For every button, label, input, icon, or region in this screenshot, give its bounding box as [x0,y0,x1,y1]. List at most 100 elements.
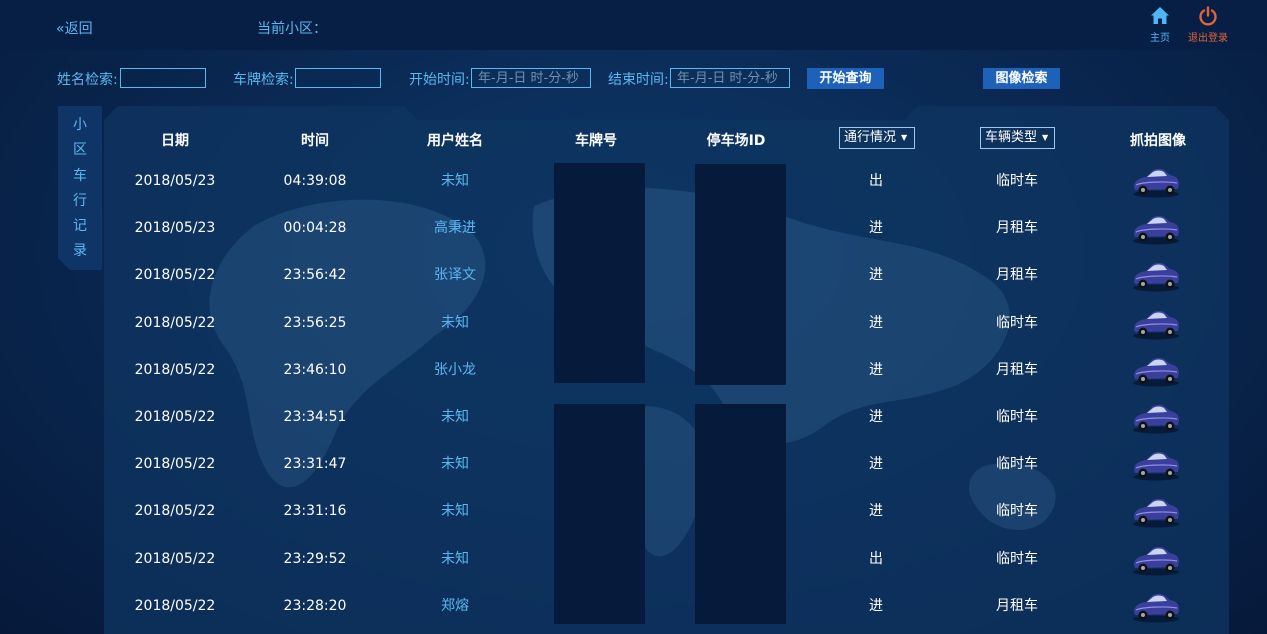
date-cell: 2018/05/22 [134,503,216,520]
car-thumbnail-icon [1133,593,1179,623]
parking-id-redaction-block [695,164,786,385]
chevron-down-icon: ▼ [901,133,908,142]
plate-search-label: 车牌检索: [233,72,294,88]
start-query-button[interactable]: 开始查询 [807,68,884,89]
vehicle-type-cell: 月租车 [996,220,1038,237]
vehicle-type-cell: 临时车 [996,173,1038,189]
date-cell: 2018/05/22 [134,267,216,284]
passage-cell: 进 [869,361,883,378]
time-cell: 23:31:16 [283,503,347,520]
snapshot-thumbnail[interactable] [1130,305,1182,341]
vehicle-type-filter-select[interactable]: 车辆类型 ▼ [980,127,1055,149]
user-name-link[interactable]: 未知 [405,158,505,205]
snapshot-thumbnail[interactable] [1130,541,1182,577]
passage-cell: 进 [869,503,883,520]
column-header-time: 时间 [301,133,329,149]
top-bar [0,0,1267,50]
user-name-link[interactable]: 张译文 [405,252,505,299]
time-cell: 00:04:28 [283,220,347,237]
vehicle-type-filter-label: 车辆类型 [985,130,1038,145]
vehicle-records-tab[interactable]: 小 区 车 行 记 录 [58,106,102,270]
car-thumbnail-icon [1133,310,1179,340]
passage-cell: 出 [869,173,883,189]
table-row: 2018/05/22 23:56:42 张译文 进 月租车 [104,252,1229,299]
side-tab-char: 区 [73,142,87,159]
time-cell: 23:29:52 [283,550,347,567]
car-thumbnail-icon [1133,216,1179,245]
snapshot-thumbnail[interactable] [1130,446,1182,482]
home-button[interactable]: 主页 [1147,6,1173,44]
image-search-button[interactable]: 图像检索 [983,68,1060,89]
date-cell: 2018/05/22 [134,550,216,567]
side-tab-char: 小 [73,117,87,133]
table-row: 2018/05/22 23:56:25 未知 进 临时车 [104,300,1229,347]
car-thumbnail-icon [1133,404,1179,434]
passage-filter-select[interactable]: 通行情况 ▼ [839,127,915,149]
table-row: 2018/05/22 23:29:52 未知 出 临时车 [104,536,1229,583]
snapshot-thumbnail[interactable] [1130,493,1182,529]
passage-filter-label: 通行情况 [844,130,897,145]
name-search-label: 姓名检索: [57,72,118,88]
snapshot-thumbnail[interactable] [1130,257,1182,293]
date-cell: 2018/05/23 [134,220,216,237]
user-name-link[interactable]: 未知 [405,536,505,583]
end-time-input[interactable] [670,68,790,88]
chevron-down-icon: ▼ [1042,133,1049,142]
time-cell: 23:28:20 [283,597,347,614]
car-thumbnail-icon [1133,546,1179,576]
vehicle-type-cell: 临时车 [996,409,1038,425]
power-icon [1199,6,1217,26]
vehicle-type-cell: 月租车 [996,267,1038,284]
user-name-link[interactable]: 高秉进 [405,205,505,252]
passage-cell: 进 [869,220,883,237]
snapshot-thumbnail[interactable] [1130,399,1182,435]
user-name-link[interactable]: 未知 [405,488,505,535]
time-cell: 23:31:47 [283,456,347,473]
car-thumbnail-icon [1133,499,1179,528]
time-cell: 23:56:42 [283,267,347,284]
user-name-link[interactable]: 未知 [405,394,505,441]
column-header-date: 日期 [161,133,189,149]
time-cell: 23:46:10 [283,361,347,378]
date-cell: 2018/05/22 [134,314,216,331]
home-icon [1151,7,1169,24]
table-row: 2018/05/22 23:28:20 郑熔 进 月租车 [104,583,1229,630]
back-link[interactable]: «返回 [56,18,93,38]
user-name-link[interactable]: 张小龙 [405,347,505,394]
snapshot-thumbnail[interactable] [1130,352,1182,388]
vehicle-type-cell: 月租车 [996,361,1038,378]
time-cell: 04:39:08 [283,173,347,189]
date-cell: 2018/05/22 [134,409,216,425]
column-header-parking-id: 停车场ID [706,133,766,149]
snapshot-thumbnail[interactable] [1130,163,1182,199]
home-label: 主页 [1150,33,1170,44]
passage-cell: 出 [869,550,883,567]
user-name-link[interactable]: 未知 [405,300,505,347]
start-time-label: 开始时间: [409,72,470,88]
parking-id-redaction-block [695,404,786,624]
start-time-input[interactable] [471,68,591,88]
snapshot-thumbnail[interactable] [1130,210,1182,246]
passage-cell: 进 [869,597,883,614]
table-row: 2018/05/23 04:39:08 未知 出 临时车 [104,158,1229,205]
snapshot-thumbnail[interactable] [1130,588,1182,624]
name-search-input[interactable] [120,68,206,88]
passage-cell: 进 [869,409,883,425]
user-name-link[interactable]: 未知 [405,441,505,488]
user-name-link[interactable]: 郑熔 [405,583,505,630]
table-row: 2018/05/22 23:46:10 张小龙 进 月租车 [104,347,1229,394]
filter-bar: 姓名检索: 车牌检索: 开始时间: 结束时间: 开始查询 图像检索 [0,66,1267,92]
plate-search-input[interactable] [295,68,381,88]
plate-redaction-block [554,163,645,383]
logout-button[interactable]: 退出登录 [1184,6,1232,44]
logout-label: 退出登录 [1188,33,1228,44]
column-header-user: 用户姓名 [427,133,483,149]
vehicle-type-cell: 临时车 [996,550,1038,567]
end-time-label: 结束时间: [608,72,669,88]
current-community-label: 当前小区： [257,21,327,37]
car-thumbnail-icon [1133,452,1179,481]
table-row: 2018/05/23 00:04:28 高秉进 进 月租车 [104,205,1229,252]
side-tab-char: 录 [73,243,87,260]
date-cell: 2018/05/22 [134,597,216,614]
date-cell: 2018/05/22 [134,361,216,378]
